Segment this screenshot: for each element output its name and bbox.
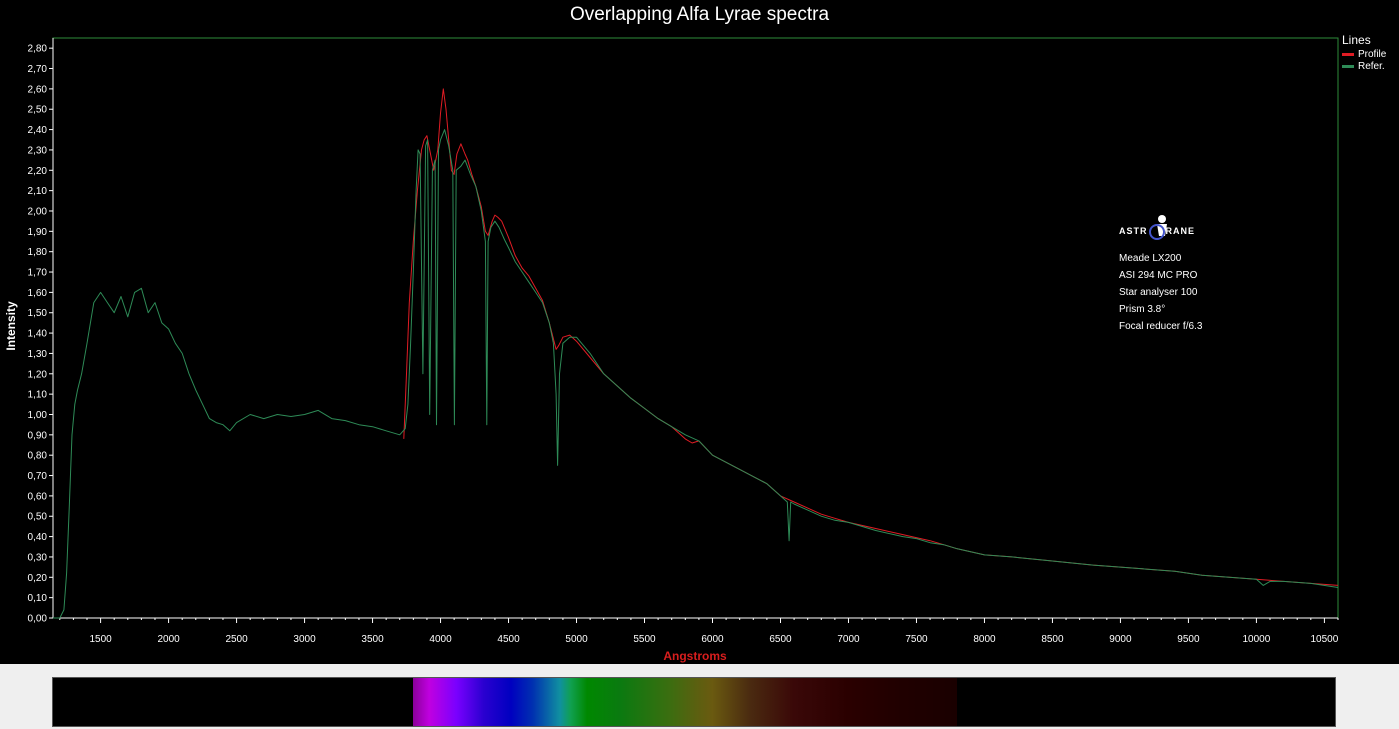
y-tick-label: 0,50 bbox=[28, 512, 48, 523]
series-layer bbox=[53, 88, 1339, 619]
legend-item-profile: Profile bbox=[1342, 49, 1386, 60]
x-tick-label: 10500 bbox=[1310, 634, 1338, 645]
x-tick-label: 7000 bbox=[837, 634, 860, 645]
y-tick-label: 1,40 bbox=[28, 329, 48, 340]
x-tick-label: 5500 bbox=[633, 634, 656, 645]
legend-swatch-profile bbox=[1342, 53, 1354, 56]
astrorane-logo: ASTR RANE bbox=[1119, 214, 1202, 248]
y-tick-label: 1,90 bbox=[28, 227, 48, 238]
series-line-profile bbox=[403, 88, 1339, 586]
y-tick-label: 2,40 bbox=[28, 125, 48, 136]
annotation-focal-reducer: Focal reducer f/6.3 bbox=[1119, 321, 1203, 332]
y-tick-label: 2,80 bbox=[28, 44, 48, 55]
x-tick-label: 2500 bbox=[225, 634, 248, 645]
x-tick-label: 4000 bbox=[429, 634, 452, 645]
y-tick-label: 2,70 bbox=[28, 64, 48, 75]
y-tick-label: 2,50 bbox=[28, 105, 48, 116]
x-tick-label: 4500 bbox=[497, 634, 520, 645]
x-tick-label: 7500 bbox=[905, 634, 928, 645]
legend-title: Lines bbox=[1342, 33, 1371, 47]
x-tick-label: 6000 bbox=[701, 634, 724, 645]
annotation-grating: Star analyser 100 bbox=[1119, 287, 1198, 298]
y-tick-label: 0,30 bbox=[28, 552, 48, 563]
x-tick-label: 3500 bbox=[361, 634, 384, 645]
x-tick-label: 8000 bbox=[973, 634, 996, 645]
legend-swatch-reference bbox=[1342, 65, 1354, 68]
legend-label-reference: Refer. bbox=[1358, 61, 1385, 72]
annotation-prism: Prism 3.8° bbox=[1119, 304, 1166, 315]
x-ticks: 1500 2000 2500 3000 3500 4000 4500 5000 5500 6000… bbox=[59, 618, 1339, 645]
y-tick-label: 0,10 bbox=[28, 593, 48, 604]
y-tick-label: 1,30 bbox=[28, 349, 48, 360]
logo-ring-icon bbox=[1148, 224, 1165, 240]
y-tick-label: 2,20 bbox=[28, 166, 48, 177]
y-tick-label: 0,40 bbox=[28, 532, 48, 543]
legend: Lines Profile Refer. bbox=[1342, 33, 1386, 72]
x-tick-label: 2000 bbox=[157, 634, 180, 645]
y-axis-label: Intensity bbox=[4, 301, 18, 351]
y-tick-label: 2,10 bbox=[28, 186, 48, 197]
spectrum-color-band bbox=[413, 678, 957, 726]
y-tick-label: 0,80 bbox=[28, 451, 48, 462]
x-tick-label: 1500 bbox=[89, 634, 112, 645]
equipment-annotation: ASTR RANE Meade LX200 ASI 294 MC PRO Star… bbox=[1119, 214, 1202, 335]
x-tick-label: 5000 bbox=[565, 634, 588, 645]
y-tick-label: 0,90 bbox=[28, 430, 48, 441]
annotation-camera: ASI 294 MC PRO bbox=[1119, 270, 1198, 281]
x-tick-label: 10000 bbox=[1243, 634, 1271, 645]
y-tick-label: 1,70 bbox=[28, 268, 48, 279]
x-tick-label: 8500 bbox=[1041, 634, 1064, 645]
y-tick-label: 2,00 bbox=[28, 206, 48, 217]
y-tick-label: 0,00 bbox=[28, 614, 48, 625]
y-tick-label: 2,30 bbox=[28, 145, 48, 156]
legend-label-profile: Profile bbox=[1358, 49, 1387, 60]
legend-item-reference: Refer. bbox=[1342, 61, 1386, 72]
y-ticks: 0,00 0,10 0,20 0,30 0,40 0,50 0,60 0,70 0,80 0,90… bbox=[28, 44, 53, 625]
y-tick-label: 1,80 bbox=[28, 247, 48, 258]
y-tick-label: 1,60 bbox=[28, 288, 48, 299]
x-tick-label: 6500 bbox=[769, 634, 792, 645]
y-tick-label: 1,00 bbox=[28, 410, 48, 421]
x-tick-label: 9000 bbox=[1109, 634, 1132, 645]
spectrum-strip bbox=[52, 677, 1336, 727]
series-line-reference bbox=[53, 129, 1339, 619]
y-tick-label: 0,70 bbox=[28, 471, 48, 482]
y-tick-label: 0,60 bbox=[28, 491, 48, 502]
logo-text-right: RANE bbox=[1165, 225, 1196, 236]
y-tick-label: 2,60 bbox=[28, 84, 48, 95]
annotation-telescope: Meade LX200 bbox=[1119, 253, 1182, 264]
x-tick-label: 9500 bbox=[1177, 634, 1200, 645]
x-axis-label: Angstroms bbox=[663, 649, 727, 663]
x-tick-label: 3000 bbox=[293, 634, 316, 645]
logo-text-left: ASTR bbox=[1119, 225, 1148, 236]
y-tick-label: 1,50 bbox=[28, 308, 48, 319]
y-tick-label: 1,10 bbox=[28, 390, 48, 401]
y-tick-label: 1,20 bbox=[28, 369, 48, 380]
y-tick-label: 0,20 bbox=[28, 573, 48, 584]
